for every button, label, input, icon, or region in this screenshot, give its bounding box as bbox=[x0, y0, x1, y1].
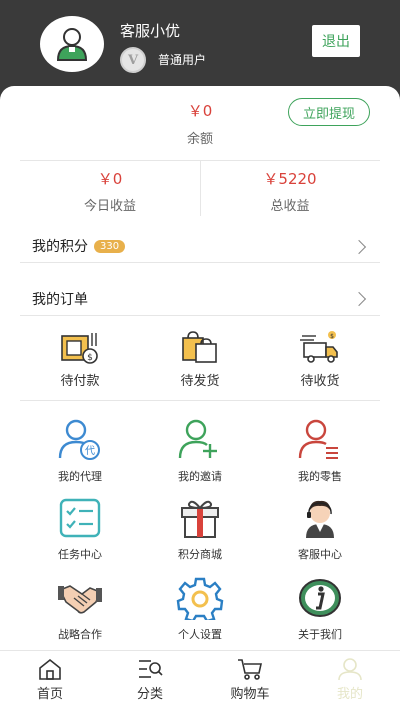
grid-task-center[interactable]: 任务中心 bbox=[20, 496, 140, 562]
order-pending-payment[interactable]: $ 待付款 bbox=[20, 330, 140, 389]
chevron-right-icon[interactable] bbox=[351, 291, 367, 307]
grid-strategic-cooperation-label: 战略合作 bbox=[58, 628, 102, 641]
order-pending-receipt-label: 待收货 bbox=[300, 374, 340, 389]
chevron-right-icon[interactable] bbox=[351, 239, 367, 255]
avatar[interactable] bbox=[40, 16, 104, 72]
grid-my-invites[interactable]: 我的邀请 bbox=[140, 418, 260, 484]
nav-category-label: 分类 bbox=[136, 687, 163, 702]
category-icon bbox=[139, 660, 163, 678]
nav-cart-label: 购物车 bbox=[230, 687, 270, 702]
grid-my-agent[interactable]: 代 我的代理 bbox=[20, 418, 140, 484]
bottom-nav: 首页 分类 购物车 我的 bbox=[0, 650, 400, 711]
logout-button[interactable]: 退出 bbox=[312, 25, 360, 57]
grid-personal-settings-label: 个人设置 bbox=[178, 628, 222, 641]
grid-task-center-label: 任务中心 bbox=[58, 548, 102, 561]
grid-about-us[interactable]: 关于我们 bbox=[260, 576, 380, 642]
nav-category[interactable]: 分类 bbox=[100, 657, 200, 702]
grid-my-retail[interactable]: 我的零售 bbox=[260, 418, 380, 484]
username: 客服小优 bbox=[120, 22, 181, 40]
delivery-truck-icon: $ bbox=[300, 331, 338, 363]
gift-icon bbox=[181, 500, 219, 538]
today-earnings-value: ￥0 bbox=[97, 170, 123, 188]
svg-text:代: 代 bbox=[85, 445, 95, 457]
grid-about-us-label: 关于我们 bbox=[298, 628, 342, 641]
add-user-icon bbox=[178, 419, 217, 459]
level-badge: V bbox=[120, 47, 146, 73]
order-pending-payment-label: 待付款 bbox=[60, 374, 100, 389]
withdraw-button[interactable]: 立即提现 bbox=[288, 98, 370, 126]
retail-user-icon bbox=[298, 419, 338, 459]
nav-profile-label: 我的 bbox=[336, 687, 363, 702]
divider bbox=[20, 400, 380, 401]
agent-icon: 代 bbox=[58, 419, 100, 460]
grid-customer-service[interactable]: 客服中心 bbox=[260, 496, 380, 562]
total-earnings-value: ￥5220 bbox=[263, 170, 317, 188]
orders-label: 我的订单 bbox=[32, 292, 88, 308]
total-earnings-label: 总收益 bbox=[270, 199, 310, 214]
grid-strategic-cooperation[interactable]: 战略合作 bbox=[20, 576, 140, 642]
today-earnings-label: 今日收益 bbox=[83, 199, 136, 214]
handshake-icon bbox=[58, 585, 102, 614]
svg-text:$: $ bbox=[330, 333, 334, 340]
order-pending-receipt[interactable]: $ 待收货 bbox=[260, 330, 380, 389]
balance-label: 余额 bbox=[186, 132, 213, 147]
grid-customer-service-label: 客服中心 bbox=[298, 548, 342, 561]
today-earnings[interactable]: ￥0 今日收益 bbox=[20, 168, 200, 214]
info-icon bbox=[299, 579, 341, 617]
points-label: 我的积分 bbox=[32, 239, 88, 255]
nav-home[interactable]: 首页 bbox=[0, 657, 100, 702]
wallet-icon: $ bbox=[61, 333, 98, 364]
points-row[interactable]: 我的积分 330 bbox=[32, 236, 126, 256]
total-earnings[interactable]: ￥5220 总收益 bbox=[200, 168, 380, 214]
task-list-icon bbox=[59, 498, 101, 538]
level-text: 普通用户 bbox=[158, 53, 207, 67]
orders-row[interactable]: 我的订单 bbox=[32, 289, 88, 309]
grid-my-invites-label: 我的邀请 bbox=[178, 470, 222, 483]
profile-icon bbox=[338, 658, 362, 681]
shopping-bags-icon bbox=[182, 331, 217, 363]
divider bbox=[20, 262, 380, 263]
order-pending-shipment[interactable]: 待发货 bbox=[140, 330, 260, 389]
cart-icon bbox=[238, 659, 262, 680]
user-avatar-icon bbox=[56, 28, 88, 61]
divider bbox=[20, 315, 380, 316]
order-pending-shipment-label: 待发货 bbox=[180, 374, 220, 389]
home-icon bbox=[39, 658, 61, 680]
grid-my-agent-label: 我的代理 bbox=[58, 470, 102, 483]
nav-home-label: 首页 bbox=[36, 687, 63, 702]
grid-points-mall-label: 积分商城 bbox=[178, 548, 222, 561]
account-card: ￥0 余额 立即提现 ￥0 今日收益 ￥5220 总收益 我的积分 330 我的… bbox=[0, 86, 400, 650]
settings-gear-icon bbox=[176, 577, 224, 620]
points-count-badge: 330 bbox=[94, 239, 126, 253]
nav-cart[interactable]: 购物车 bbox=[200, 657, 300, 702]
grid-personal-settings[interactable]: 个人设置 bbox=[140, 576, 260, 642]
svg-text:$: $ bbox=[87, 353, 93, 363]
grid-points-mall[interactable]: 积分商城 bbox=[140, 496, 260, 562]
customer-service-icon bbox=[306, 500, 334, 538]
nav-profile[interactable]: 我的 bbox=[300, 657, 400, 702]
grid-my-retail-label: 我的零售 bbox=[298, 470, 342, 483]
